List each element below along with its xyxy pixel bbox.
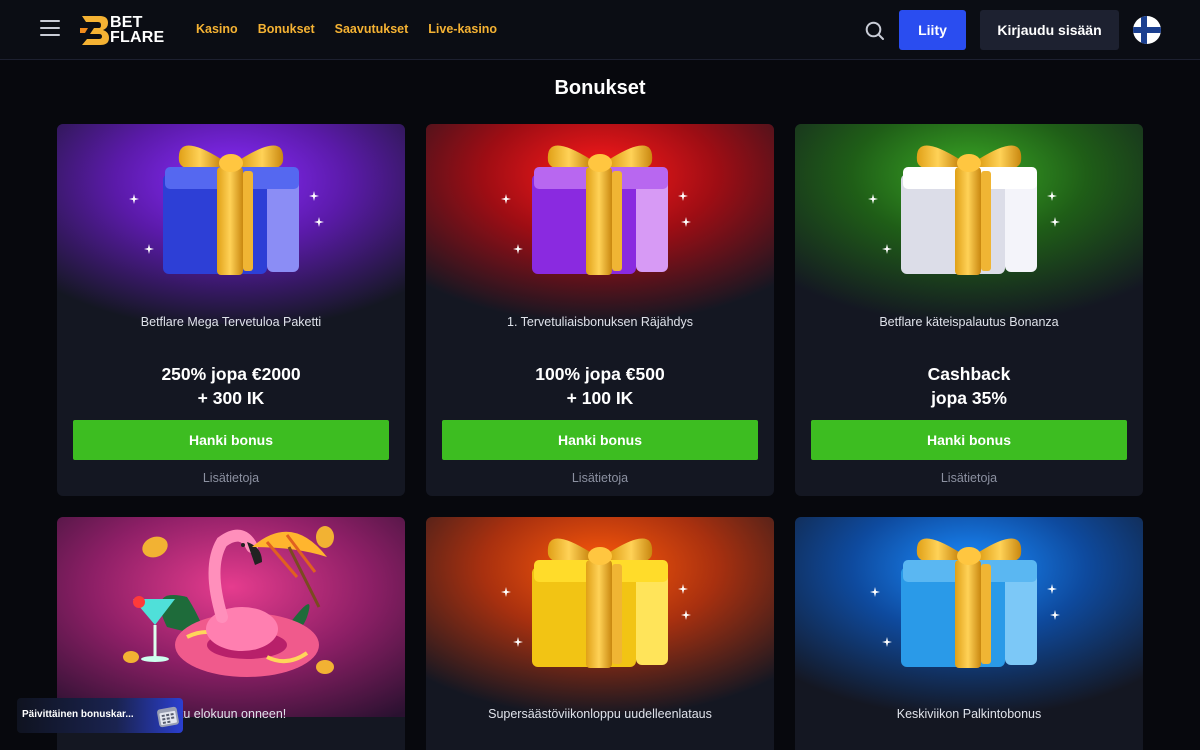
bonus-offer-line-1: 100% jopa €500 [535,364,665,384]
bonus-offer-line-1: Cashback [927,364,1011,384]
bonus-offer-line-1: 250% jopa €2000 [161,364,301,384]
logo-text: BET FLARE [110,14,165,46]
page-title: Bonukset [554,77,646,99]
gift-box-icon [426,517,774,717]
more-info-link[interactable]: Lisätietoja [426,471,774,485]
logo-mark-icon [80,16,109,45]
gift-box-icon [57,124,405,324]
login-button[interactable]: Kirjaudu sisään [980,10,1119,50]
nav-link-bonukset[interactable]: Bonukset [258,22,315,36]
search-icon[interactable] [864,20,886,42]
nav-link-saavutukset[interactable]: Saavutukset [335,22,409,36]
bonus-offer-line-2: jopa 35% [931,388,1007,408]
join-button[interactable]: Liity [899,10,966,50]
top-header: BET FLARE Kasino Bonukset Saavutukset Li… [0,0,1200,60]
calendar-icon [157,706,179,728]
bonus-offer-line-2: + 300 IK [197,388,265,408]
get-bonus-button[interactable]: Hanki bonus [811,420,1127,460]
logo-line-2: FLARE [110,29,165,46]
bonus-offer-line-2: + 100 IK [566,388,634,408]
bonus-title: Betflare käteispalautus Bonanza [879,315,1059,329]
get-bonus-button[interactable]: Hanki bonus [73,420,389,460]
bonus-title: Betflare Mega Tervetuloa Paketti [140,315,322,329]
bonus-card: Betflare Mega Tervetuloa Paketti 250% jo… [57,124,405,496]
bonus-offer: 100% jopa €500 + 100 IK [426,362,774,410]
bonus-offer: Cashback jopa 35% [795,362,1143,410]
hamburger-menu-icon[interactable] [40,20,60,36]
bonus-title: Keskiviikon Palkintobonus [896,707,1042,721]
logo-line-1: BET [110,14,143,31]
bonus-card: 1. Tervetuliaisbonuksen Räjähdys 100% jo… [426,124,774,496]
more-info-link[interactable]: Lisätietoja [57,471,405,485]
nav-link-kasino[interactable]: Kasino [196,22,238,36]
bonus-title: Supersäästöviikonloppu uudelleenlataus [488,707,712,721]
main-nav: Kasino Bonukset Saavutukset Live-kasino [196,22,497,36]
daily-bonus-toast[interactable]: Päivittäinen bonuskar... [17,698,183,733]
nav-link-live-kasino[interactable]: Live-kasino [428,22,497,36]
get-bonus-button[interactable]: Hanki bonus [442,420,758,460]
bonus-offer: 250% jopa €2000 + 300 IK [57,362,405,410]
betflare-logo[interactable]: BET FLARE [80,14,170,48]
bonus-card: Keskiviikon Palkintobonus [795,517,1143,750]
gift-box-icon [795,517,1143,717]
bonus-card: Supersäästöviikonloppu uudelleenlataus [426,517,774,750]
daily-bonus-label: Päivittäinen bonuskar... [22,709,134,720]
gift-box-icon [795,124,1143,324]
bonus-title: 1. Tervetuliaisbonuksen Räjähdys [507,315,693,329]
bonus-card: Betflare käteispalautus Bonanza Cashback… [795,124,1143,496]
more-info-link[interactable]: Lisätietoja [795,471,1143,485]
flamingo-float-icon [57,517,405,717]
gift-box-icon [426,124,774,324]
finland-flag-icon[interactable] [1133,16,1161,44]
